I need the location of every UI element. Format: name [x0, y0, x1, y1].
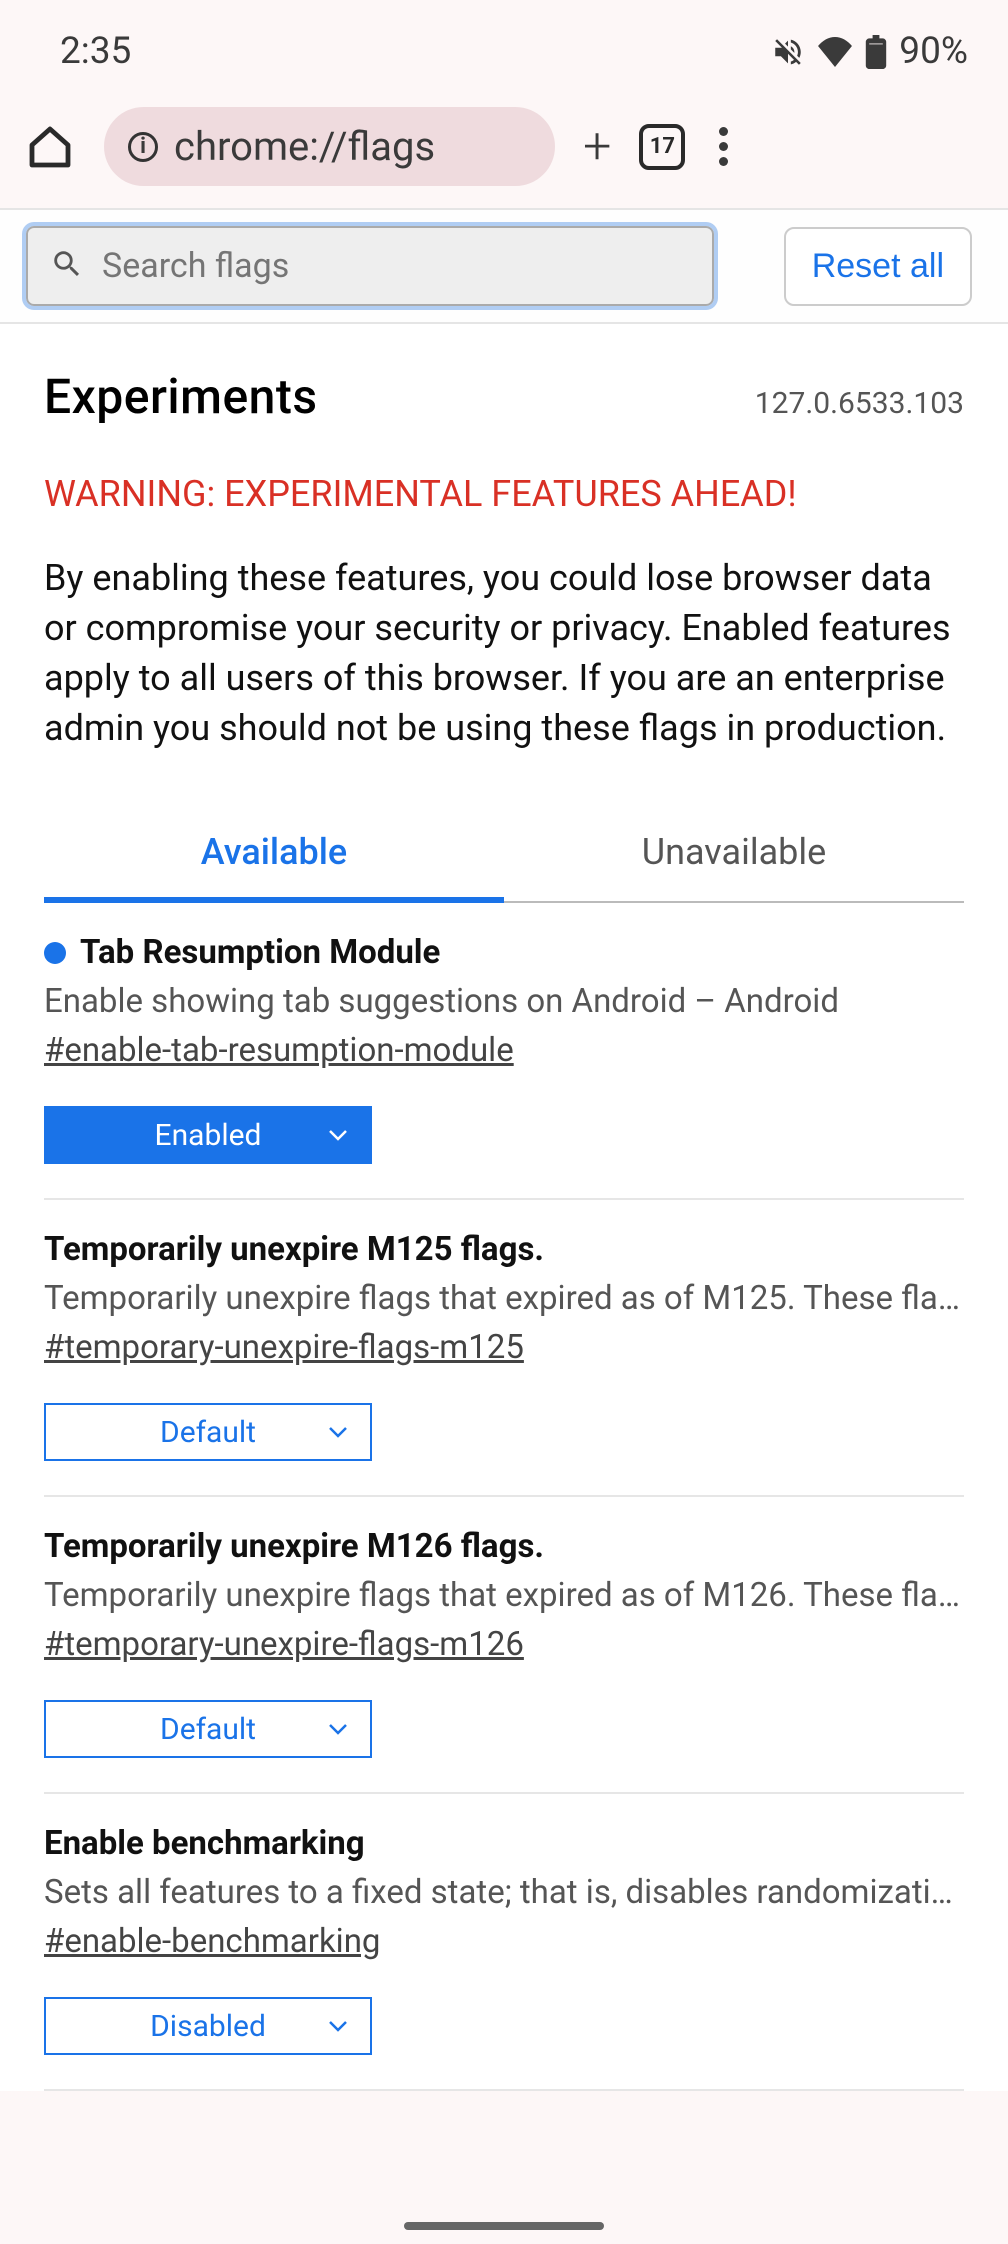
wifi-icon — [817, 37, 853, 67]
site-info-icon[interactable]: i — [128, 132, 158, 162]
tab-available[interactable]: Available — [44, 811, 504, 903]
flag-select[interactable]: Disabled — [44, 1997, 372, 2055]
flag-title: Temporarily unexpire M126 flags. — [44, 1527, 544, 1566]
version-label: 127.0.6533.103 — [755, 386, 964, 421]
flag-title: Tab Resumption Module — [80, 933, 440, 972]
flag-item: Tab Resumption Module Enable showing tab … — [44, 903, 964, 1200]
chevron-down-icon — [328, 1426, 348, 1438]
warning-description: By enabling these features, you could lo… — [44, 553, 964, 753]
flag-select[interactable]: Default — [44, 1403, 372, 1461]
nav-handle[interactable] — [404, 2222, 604, 2230]
chevron-down-icon — [328, 1723, 348, 1735]
warning-heading: WARNING: EXPERIMENTAL FEATURES AHEAD! — [44, 473, 964, 515]
page-title: Experiments — [44, 368, 318, 425]
flag-description: Temporarily unexpire flags that expired … — [44, 1576, 964, 1615]
tabs: Available Unavailable — [44, 811, 964, 903]
flag-description: Temporarily unexpire flags that expired … — [44, 1279, 964, 1318]
flag-item: Enable benchmarking Sets all features to … — [44, 1794, 964, 2091]
url-text: chrome://flags — [174, 123, 435, 170]
battery-icon — [865, 35, 887, 69]
url-bar[interactable]: i chrome://flags — [104, 107, 555, 186]
chevron-down-icon — [328, 1129, 348, 1141]
search-input[interactable] — [102, 246, 690, 286]
flag-select-value: Default — [160, 1712, 256, 1747]
status-bar: 2:35 90% — [0, 0, 1008, 93]
flag-description: Sets all features to a fixed state; that… — [44, 1873, 964, 1912]
menu-icon[interactable] — [709, 127, 738, 166]
browser-toolbar: i chrome://flags + 17 — [0, 93, 1008, 208]
flag-select-value: Disabled — [150, 2009, 266, 2044]
flag-hash-link[interactable]: #temporary-unexpire-flags-m126 — [44, 1625, 524, 1664]
tab-unavailable[interactable]: Unavailable — [504, 811, 964, 901]
flag-hash-link[interactable]: #enable-benchmarking — [44, 1922, 380, 1961]
flag-select[interactable]: Enabled — [44, 1106, 372, 1164]
flag-select[interactable]: Default — [44, 1700, 372, 1758]
status-icons: 90% — [771, 30, 968, 73]
flag-hash-link[interactable]: #enable-tab-resumption-module — [44, 1031, 514, 1070]
mute-icon — [771, 35, 805, 69]
chevron-down-icon — [328, 2020, 348, 2032]
page-content: Reset all Experiments 127.0.6533.103 WAR… — [0, 208, 1008, 2091]
new-tab-icon[interactable]: + — [579, 118, 615, 176]
flag-item: Temporarily unexpire M126 flags. Temporar… — [44, 1497, 964, 1794]
search-icon — [50, 247, 84, 285]
search-row: Reset all — [0, 210, 1008, 324]
flag-title: Enable benchmarking — [44, 1824, 365, 1863]
reset-all-button[interactable]: Reset all — [784, 227, 972, 306]
flag-select-value: Default — [160, 1415, 256, 1450]
status-time: 2:35 — [60, 30, 131, 73]
flag-description: Enable showing tab suggestions on Androi… — [44, 982, 964, 1021]
modified-dot-icon — [44, 942, 66, 964]
search-box[interactable] — [26, 226, 714, 306]
tab-switcher-button[interactable]: 17 — [639, 124, 685, 170]
flag-hash-link[interactable]: #temporary-unexpire-flags-m125 — [44, 1328, 524, 1367]
battery-percent: 90% — [899, 30, 968, 73]
flag-select-value: Enabled — [155, 1118, 262, 1153]
flag-title: Temporarily unexpire M125 flags. — [44, 1230, 544, 1269]
flag-item: Temporarily unexpire M125 flags. Temporar… — [44, 1200, 964, 1497]
home-icon[interactable] — [26, 123, 74, 171]
